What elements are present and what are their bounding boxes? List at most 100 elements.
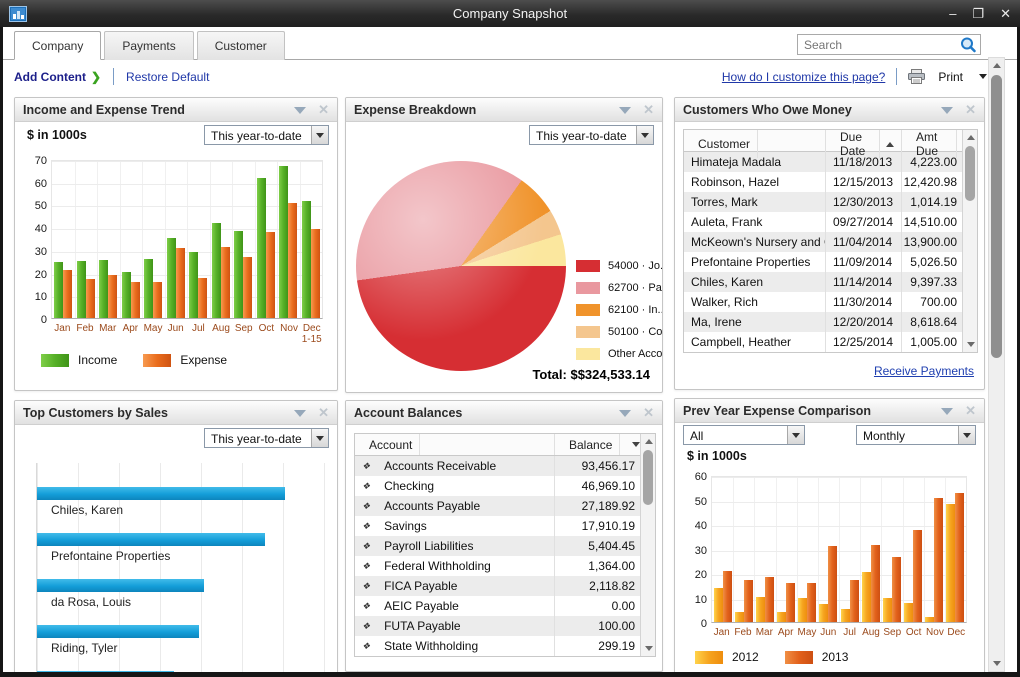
- table-row[interactable]: Chiles, Karen11/14/20149,397.33: [684, 272, 977, 292]
- scrollbar-thumb[interactable]: [991, 75, 1002, 358]
- expand-diamond-icon[interactable]: ❖: [362, 501, 370, 512]
- tab-company[interactable]: Company: [14, 31, 101, 60]
- table-row[interactable]: Walker, Rich11/30/2014700.00: [684, 292, 977, 312]
- table-row[interactable]: Robinson, Hazel12/15/201312,420.98: [684, 172, 977, 192]
- legend-label: 62700 · Pa...: [608, 282, 663, 294]
- page-scrollbar[interactable]: [988, 57, 1005, 672]
- close-panel-icon[interactable]: ✕: [318, 406, 329, 419]
- table-row[interactable]: Campbell, Heather12/25/20141,005.00: [684, 332, 977, 352]
- table-row[interactable]: Torres, Mark12/30/20131,014.19: [684, 192, 977, 212]
- scroll-down-icon[interactable]: [963, 337, 978, 352]
- x-axis-tick-label: Oct: [903, 627, 924, 638]
- table-row[interactable]: ❖FUTA Payable100.00: [355, 616, 655, 636]
- table-row[interactable]: ❖Checking46,969.10: [355, 476, 655, 496]
- 2013-bar: [892, 557, 901, 622]
- 2012-bar: [714, 588, 723, 622]
- close-panel-icon[interactable]: ✕: [965, 404, 976, 417]
- expand-diamond-icon[interactable]: ❖: [362, 621, 370, 632]
- scrollbar-thumb[interactable]: [643, 450, 653, 505]
- print-button[interactable]: Print: [938, 70, 963, 84]
- table-row[interactable]: ❖Accounts Payable27,189.92: [355, 496, 655, 516]
- title-bar[interactable]: Company Snapshot – ❐ ✕: [0, 0, 1020, 27]
- chevron-down-icon[interactable]: [311, 429, 328, 447]
- expand-diamond-icon[interactable]: ❖: [362, 641, 370, 652]
- collapse-panel-icon[interactable]: [294, 404, 306, 422]
- table-scrollbar[interactable]: [962, 130, 977, 352]
- x-axis-tick-label: Jul: [839, 627, 860, 638]
- interval-select[interactable]: Monthly: [856, 425, 976, 445]
- chevron-down-icon[interactable]: [636, 126, 653, 144]
- panel-header[interactable]: Customers Who Owe Money ✕: [675, 98, 984, 122]
- panel-header[interactable]: Prev Year Expense Comparison ✕: [675, 399, 984, 423]
- scrollbar-thumb[interactable]: [965, 146, 975, 201]
- scroll-down-icon[interactable]: [641, 641, 656, 656]
- chevron-down-icon[interactable]: [311, 126, 328, 144]
- bar-label: Prefontaine Properties: [51, 549, 327, 563]
- chevron-down-icon[interactable]: [787, 426, 804, 444]
- tab-payments[interactable]: Payments: [104, 31, 193, 60]
- search-icon[interactable]: [956, 35, 980, 54]
- legend-swatch: [576, 326, 600, 338]
- close-panel-icon[interactable]: ✕: [643, 103, 654, 116]
- collapse-panel-icon[interactable]: [619, 404, 631, 422]
- close-panel-icon[interactable]: ✕: [318, 103, 329, 116]
- expand-diamond-icon[interactable]: ❖: [362, 601, 370, 612]
- panel-header[interactable]: Top Customers by Sales ✕: [15, 401, 337, 425]
- customize-help-link[interactable]: How do I customize this page?: [722, 70, 885, 84]
- close-panel-icon[interactable]: ✕: [643, 406, 654, 419]
- receive-payments-link[interactable]: Receive Payments: [874, 364, 974, 378]
- collapse-panel-icon[interactable]: [619, 101, 631, 119]
- income-period-select[interactable]: This year-to-date: [204, 125, 329, 145]
- chevron-down-icon[interactable]: [958, 426, 975, 444]
- expand-diamond-icon[interactable]: ❖: [362, 581, 370, 592]
- table-row[interactable]: Prefontaine Properties11/09/20145,026.50: [684, 252, 977, 272]
- x-axis-tick-label: Feb: [74, 323, 97, 345]
- table-row[interactable]: Himateja Madala11/18/20134,223.00: [684, 152, 977, 172]
- column-account[interactable]: Account: [355, 434, 555, 455]
- bar-label: Chiles, Karen: [51, 503, 327, 517]
- table-scrollbar[interactable]: [640, 434, 655, 656]
- close-button[interactable]: ✕: [1000, 0, 1011, 27]
- bar-group: [165, 161, 188, 318]
- table-row[interactable]: ❖AEIC Payable0.00: [355, 596, 655, 616]
- expand-diamond-icon[interactable]: ❖: [362, 521, 370, 532]
- top-customers-period-select[interactable]: This year-to-date: [204, 428, 329, 448]
- table-cell: Prefontaine Properties: [684, 252, 826, 272]
- expense-period-select[interactable]: This year-to-date: [529, 125, 654, 145]
- collapse-panel-icon[interactable]: [941, 402, 953, 420]
- panel-header[interactable]: Expense Breakdown ✕: [346, 98, 662, 122]
- print-dropdown-icon[interactable]: [979, 74, 987, 79]
- bar-row: da Rosa, Louis: [37, 579, 327, 625]
- printer-icon: [908, 69, 925, 84]
- table-row[interactable]: ❖Payroll Liabilities5,404.45: [355, 536, 655, 556]
- account-filter-select[interactable]: All: [683, 425, 805, 445]
- scroll-up-icon[interactable]: [641, 434, 656, 449]
- expand-diamond-icon[interactable]: ❖: [362, 541, 370, 552]
- bar-group: [75, 161, 98, 318]
- scroll-up-icon[interactable]: [989, 58, 1004, 73]
- panel-header[interactable]: Income and Expense Trend ✕: [15, 98, 337, 122]
- table-row[interactable]: ❖State Withholding299.19: [355, 636, 655, 656]
- table-row[interactable]: ❖FICA Payable2,118.82: [355, 576, 655, 596]
- collapse-panel-icon[interactable]: [294, 101, 306, 119]
- table-row[interactable]: ❖Accounts Receivable93,456.17: [355, 456, 655, 476]
- search-input[interactable]: [798, 38, 956, 52]
- maximize-button[interactable]: ❐: [972, 0, 984, 27]
- scroll-up-icon[interactable]: [963, 130, 978, 145]
- add-content-button[interactable]: Add Content❯: [14, 70, 101, 84]
- tab-customer[interactable]: Customer: [197, 31, 285, 60]
- table-row[interactable]: Auleta, Frank09/27/201414,510.00: [684, 212, 977, 232]
- expand-diamond-icon[interactable]: ❖: [362, 461, 370, 472]
- collapse-panel-icon[interactable]: [941, 101, 953, 119]
- restore-default-button[interactable]: Restore Default: [126, 70, 209, 84]
- table-row[interactable]: ❖Savings17,910.19: [355, 516, 655, 536]
- table-row[interactable]: ❖Federal Withholding1,364.00: [355, 556, 655, 576]
- close-panel-icon[interactable]: ✕: [965, 103, 976, 116]
- scroll-down-icon[interactable]: [989, 656, 1004, 671]
- panel-header[interactable]: Account Balances ✕: [346, 401, 662, 425]
- table-row[interactable]: McKeown's Nursery and G...11/04/201413,9…: [684, 232, 977, 252]
- table-row[interactable]: Ma, Irene12/20/20148,618.64: [684, 312, 977, 332]
- expand-diamond-icon[interactable]: ❖: [362, 561, 370, 572]
- minimize-button[interactable]: –: [949, 0, 956, 27]
- expand-diamond-icon[interactable]: ❖: [362, 481, 370, 492]
